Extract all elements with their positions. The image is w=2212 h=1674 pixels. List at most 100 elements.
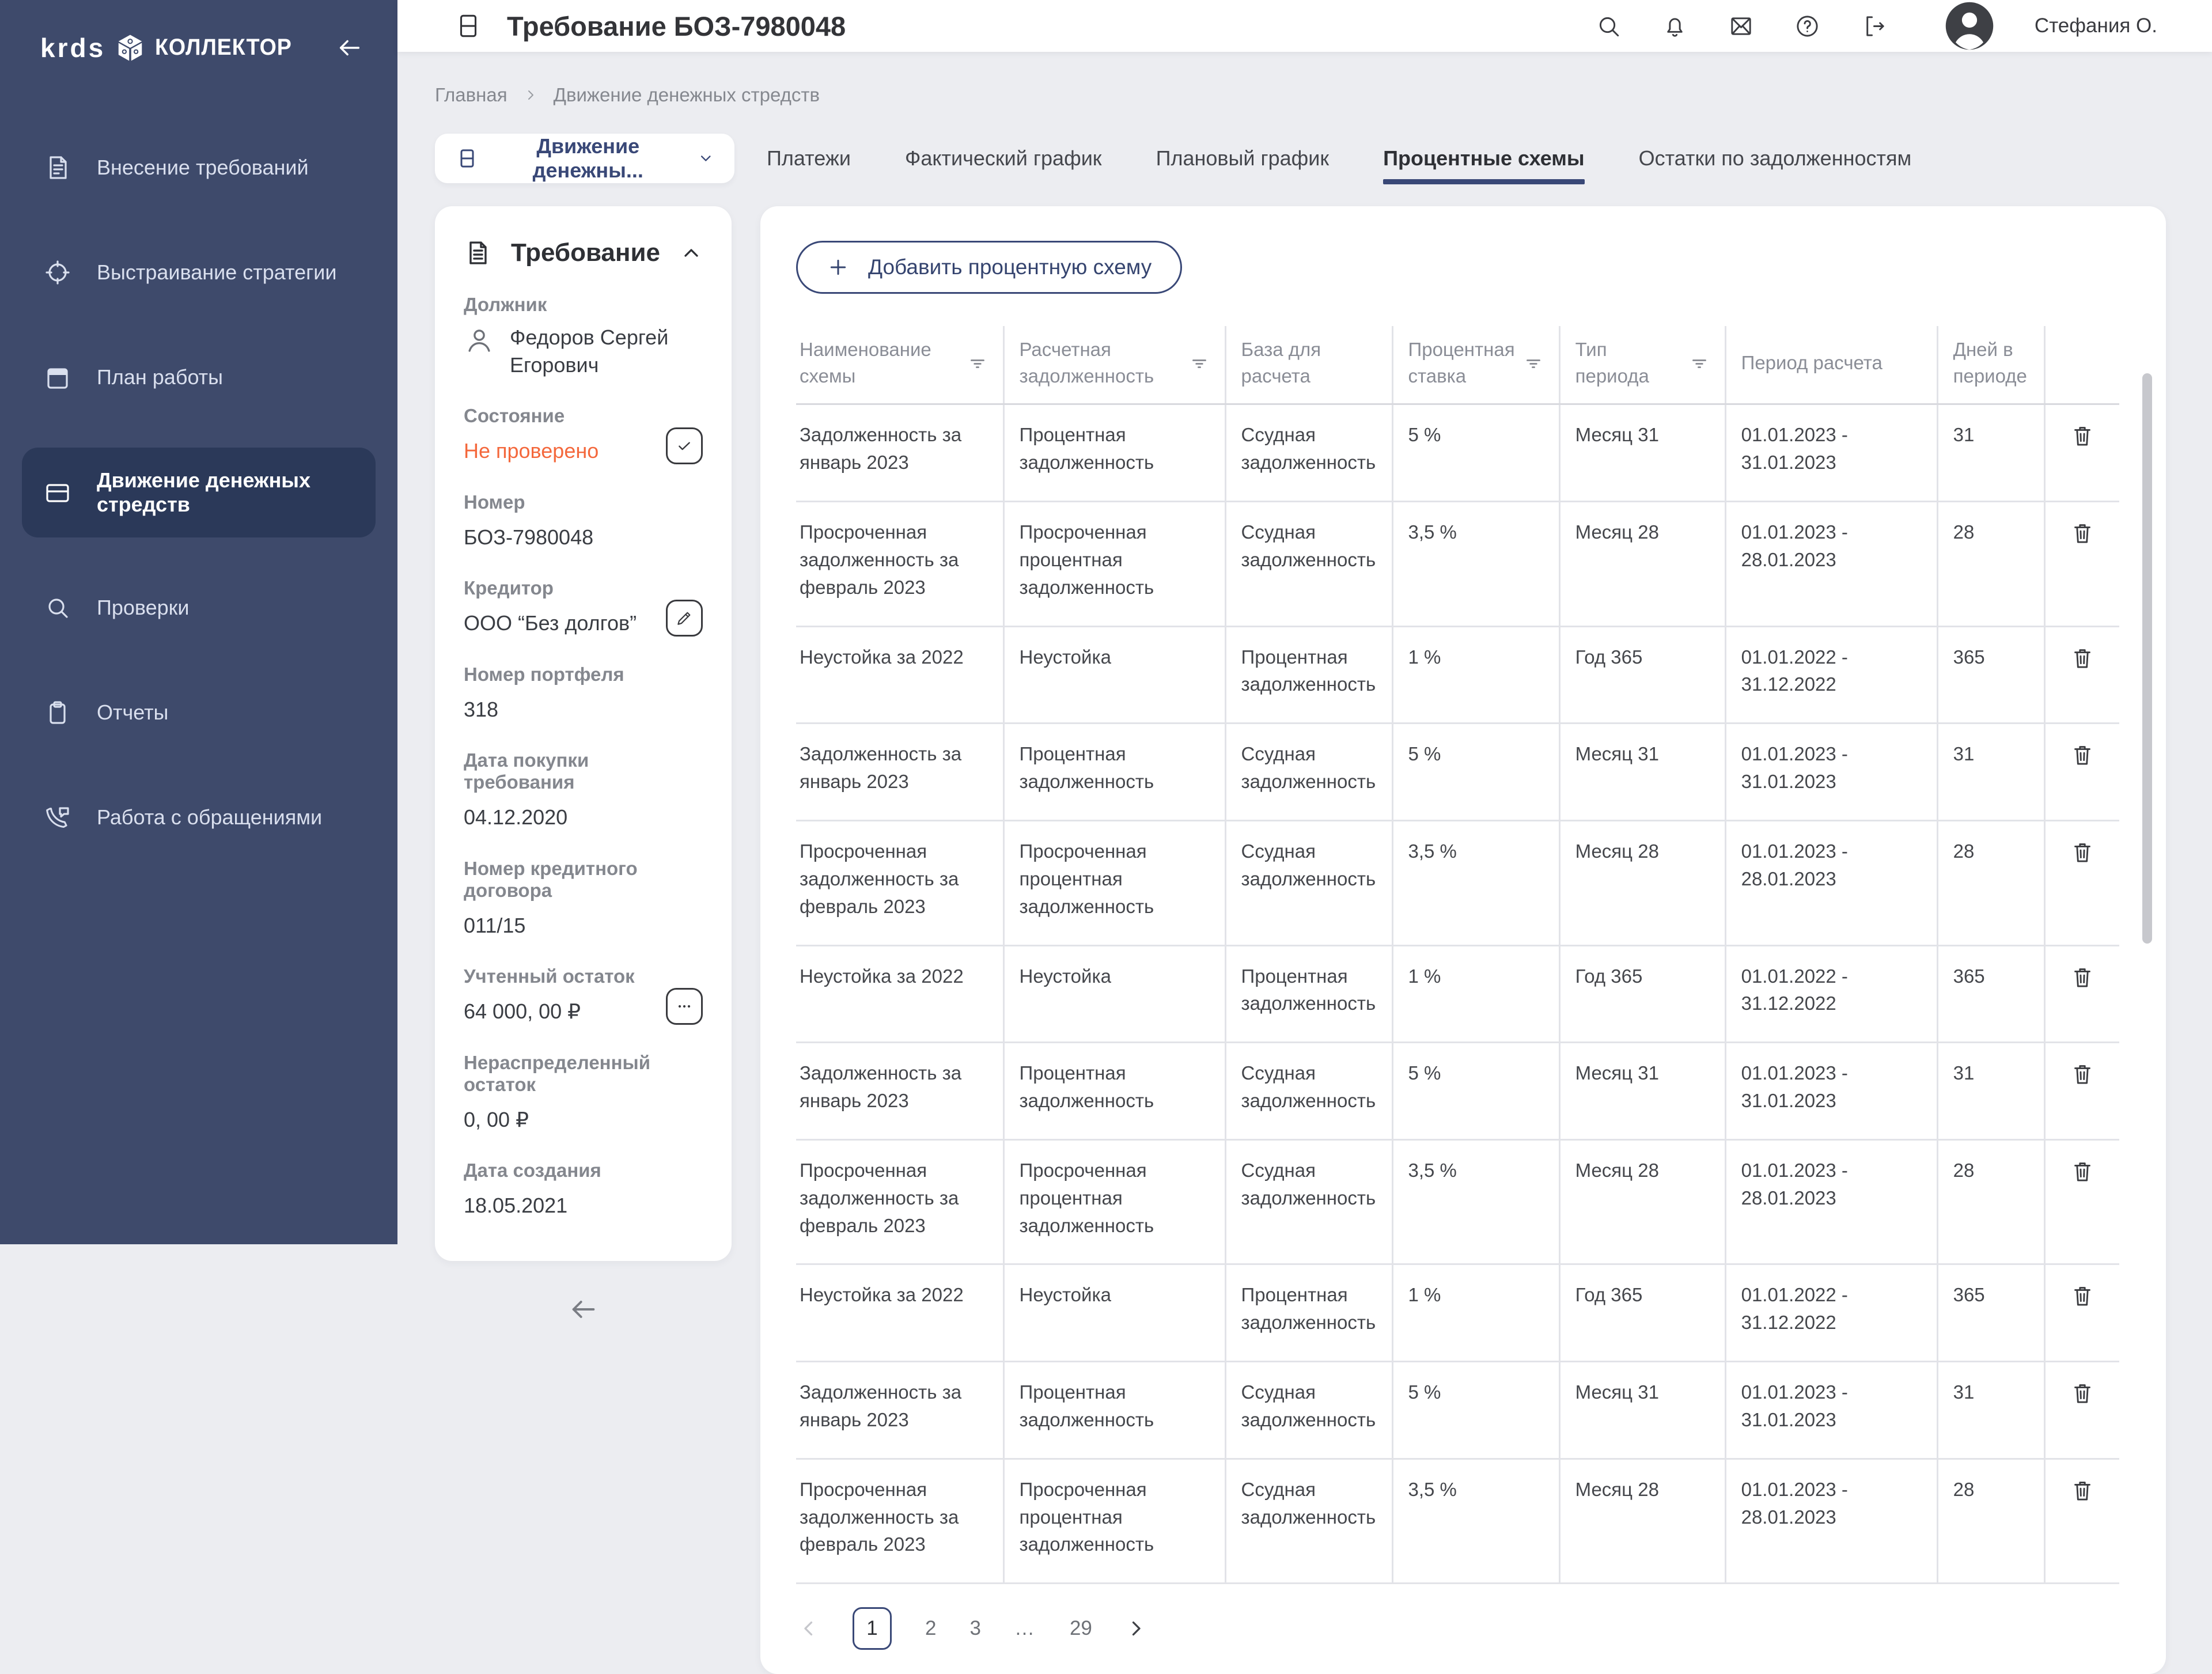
section-dropdown[interactable]: Движение денежны... xyxy=(435,134,734,183)
claim-panel: Требование Должник Федоров Сергей Егоров… xyxy=(435,206,732,1261)
pagination-page-1[interactable]: 1 xyxy=(853,1607,892,1650)
field-label: Дата покупки требования xyxy=(464,749,703,793)
back-button[interactable] xyxy=(569,1294,599,1324)
field-purchase-date: Дата покупки требования 04.12.2020 xyxy=(464,749,703,831)
trash-icon xyxy=(2069,1158,2096,1184)
cell-scheme-name: Задолженность за январь 2023 xyxy=(796,404,1003,502)
cell-scheme-name: Просроченная задолженность за февраль 20… xyxy=(796,820,1003,945)
filter-icon[interactable] xyxy=(1189,353,1210,373)
clipboard-icon xyxy=(44,699,71,726)
cell-rate: 3,5 % xyxy=(1392,1139,1559,1264)
logout-button[interactable] xyxy=(1860,13,1887,40)
claim-panel-header: Требование xyxy=(464,238,703,267)
table-header-row: Наименование схемы Расчетная задолженнос… xyxy=(796,326,2119,404)
mail-button[interactable] xyxy=(1728,13,1755,40)
breadcrumb-home[interactable]: Главная xyxy=(435,84,507,106)
delete-row-button[interactable] xyxy=(2069,839,2096,867)
table-scrollbar[interactable] xyxy=(2142,373,2152,944)
delete-row-button[interactable] xyxy=(2069,645,2096,673)
tab-interest-schemes[interactable]: Процентные схемы xyxy=(1383,146,1585,171)
notifications-button[interactable] xyxy=(1661,13,1688,40)
tab-planned-schedule[interactable]: Плановый график xyxy=(1156,146,1330,171)
cell-days: 365 xyxy=(1937,1264,2044,1362)
cell-scheme-name: Задолженность за январь 2023 xyxy=(796,1362,1003,1459)
table-row: Просроченная задолженность за февраль 20… xyxy=(796,1139,2119,1264)
plus-icon xyxy=(827,256,850,279)
delete-row-button[interactable] xyxy=(2069,520,2096,548)
cell-days: 28 xyxy=(1937,820,2044,945)
cell-period-type: Месяц 28 xyxy=(1559,502,1725,627)
table-row: Неустойка за 2022 Неустойка Процентная з… xyxy=(796,626,2119,724)
delete-row-button[interactable] xyxy=(2069,741,2096,770)
header-actions: Стефания О. xyxy=(1595,0,2157,52)
field-state: Состояние Не проверено xyxy=(464,405,703,465)
claim-card-icon xyxy=(454,12,483,40)
cell-calc-period: 01.01.2022 - 31.12.2022 xyxy=(1725,626,1937,724)
cell-calc-period: 01.01.2023 - 28.01.2023 xyxy=(1725,1139,1937,1264)
sidebar-item-claims-entry[interactable]: Внесение требований xyxy=(22,133,376,202)
filter-icon[interactable] xyxy=(1523,353,1544,373)
cell-calc-period: 01.01.2023 - 28.01.2023 xyxy=(1725,1459,1937,1584)
header-search-button[interactable] xyxy=(1595,13,1622,40)
chevron-left-icon xyxy=(798,1618,819,1639)
field-created-date: Дата создания 18.05.2021 xyxy=(464,1160,703,1219)
phone-chat-icon xyxy=(44,804,71,831)
pagination-next-button[interactable] xyxy=(1126,1618,1146,1639)
logout-icon xyxy=(1860,13,1887,40)
delete-row-button[interactable] xyxy=(2069,1158,2096,1186)
balance-more-button[interactable] xyxy=(666,988,703,1025)
cell-base: Ссудная задолженность xyxy=(1225,1362,1392,1459)
sidebar-item-label: Проверки xyxy=(97,596,190,620)
filter-icon[interactable] xyxy=(967,353,988,373)
trash-icon xyxy=(2069,520,2096,546)
cell-period-type: Месяц 31 xyxy=(1559,1043,1725,1140)
edit-creditor-button[interactable] xyxy=(666,600,703,637)
delete-row-button[interactable] xyxy=(2069,964,2096,992)
cell-base: Ссудная задолженность xyxy=(1225,404,1392,502)
tab-actual-schedule[interactable]: Фактический график xyxy=(905,146,1102,171)
delete-row-button[interactable] xyxy=(2069,1061,2096,1089)
sidebar-item-work-plan[interactable]: План работы xyxy=(22,343,376,412)
verify-button[interactable] xyxy=(666,427,703,464)
pagination-prev-button[interactable] xyxy=(798,1618,819,1639)
cell-scheme-name: Неустойка за 2022 xyxy=(796,626,1003,724)
cell-calc-period: 01.01.2022 - 31.12.2022 xyxy=(1725,1264,1937,1362)
field-number: Номер БОЗ-7980048 xyxy=(464,491,703,551)
sidebar-item-strategy[interactable]: Выстраивание стратегии xyxy=(22,238,376,307)
interest-schemes-panel: Добавить процентную схему Наименование с… xyxy=(760,206,2166,1674)
cell-scheme-name: Неустойка за 2022 xyxy=(796,945,1003,1043)
tab-debt-balances[interactable]: Остатки по задолженностям xyxy=(1639,146,1912,171)
delete-row-button[interactable] xyxy=(2069,1282,2096,1311)
pencil-icon xyxy=(675,609,694,627)
field-credit-contract: Номер кредитного договора 011/15 xyxy=(464,858,703,940)
sidebar-item-label: Движение денежных стредств xyxy=(97,468,354,517)
card-icon xyxy=(456,147,479,170)
add-interest-scheme-button[interactable]: Добавить процентную схему xyxy=(796,241,1182,294)
delete-row-button[interactable] xyxy=(2069,1477,2096,1505)
tab-payments[interactable]: Платежи xyxy=(767,146,851,171)
sidebar-item-cash-flow[interactable]: Движение денежных стредств xyxy=(22,448,376,537)
claim-panel-title: Требование xyxy=(511,238,660,267)
pagination-page-3[interactable]: 3 xyxy=(969,1617,980,1640)
delete-row-button[interactable] xyxy=(2069,1380,2096,1408)
cell-calc-debt: Просроченная процентная задолженность xyxy=(1003,1459,1225,1584)
chevron-up-icon xyxy=(680,241,703,264)
cell-calc-debt: Неустойка xyxy=(1003,1264,1225,1362)
claim-collapse-button[interactable] xyxy=(680,241,703,264)
filter-icon[interactable] xyxy=(1689,353,1710,373)
cell-base: Ссудная задолженность xyxy=(1225,1459,1392,1584)
field-debtor: Должник Федоров Сергей Егорович xyxy=(464,294,703,378)
sidebar-collapse-button[interactable] xyxy=(336,35,363,61)
sidebar-item-reports[interactable]: Отчеты xyxy=(22,678,376,747)
sidebar-item-checks[interactable]: Проверки xyxy=(22,573,376,642)
cell-rate: 5 % xyxy=(1392,404,1559,502)
pagination-page-2[interactable]: 2 xyxy=(925,1617,936,1640)
col-days: Дней в периоде xyxy=(1937,326,2044,404)
user-avatar[interactable] xyxy=(1944,0,1995,52)
help-button[interactable] xyxy=(1794,13,1821,40)
app-window: krds КОЛЛЕКТОР Внесение требований Выстр… xyxy=(0,0,2212,1244)
sidebar-item-appeals[interactable]: Работа с обращениями xyxy=(22,783,376,852)
pagination-page-29[interactable]: 29 xyxy=(1070,1617,1092,1640)
field-label: Номер xyxy=(464,491,703,513)
delete-row-button[interactable] xyxy=(2069,422,2096,450)
